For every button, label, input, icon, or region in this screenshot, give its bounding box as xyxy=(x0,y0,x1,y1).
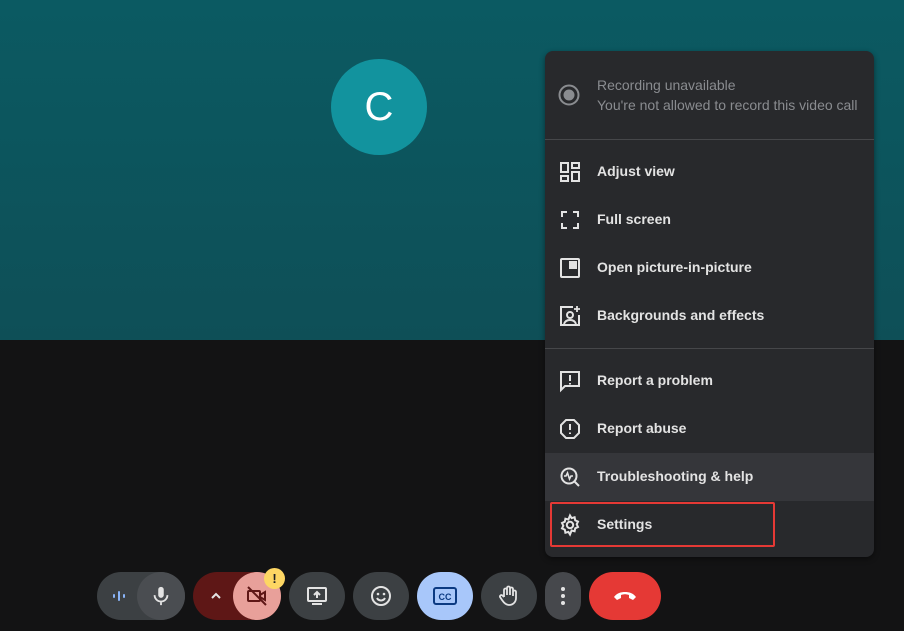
backgrounds-effects-icon xyxy=(558,304,582,328)
camera-warning-badge: ! xyxy=(264,568,285,589)
menu-item-label: Report abuse xyxy=(597,420,687,436)
menu-item-full-screen[interactable]: Full screen xyxy=(545,196,874,244)
captions-icon: CC xyxy=(433,587,457,605)
menu-item-label: Backgrounds and effects xyxy=(597,307,765,323)
menu-divider xyxy=(545,139,874,140)
menu-item-label: Open picture-in-picture xyxy=(597,259,752,275)
gear-icon xyxy=(558,513,582,537)
menu-item-troubleshooting[interactable]: Troubleshooting & help xyxy=(545,453,874,501)
raise-hand-button[interactable] xyxy=(481,572,537,620)
menu-item-backgrounds-effects[interactable]: Backgrounds and effects xyxy=(545,292,874,340)
troubleshooting-icon xyxy=(558,465,582,489)
report-abuse-icon xyxy=(558,417,582,441)
reactions-button[interactable] xyxy=(353,572,409,620)
captions-button[interactable]: CC xyxy=(417,572,473,620)
more-options-menu: Recording unavailable You're not allowed… xyxy=(545,51,874,557)
more-vert-icon xyxy=(561,587,565,605)
leave-call-button[interactable] xyxy=(589,572,661,620)
menu-item-settings[interactable]: Settings xyxy=(545,501,874,549)
adjust-view-icon xyxy=(558,160,582,184)
captions-text: CC xyxy=(439,592,452,602)
menu-item-label: Settings xyxy=(597,516,653,532)
present-screen-button[interactable] xyxy=(289,572,345,620)
microphone-button[interactable] xyxy=(137,572,185,620)
menu-item-adjust-view[interactable]: Adjust view xyxy=(545,148,874,196)
present-screen-icon xyxy=(307,587,327,605)
recording-title: Recording unavailable xyxy=(597,77,736,93)
picture-in-picture-icon xyxy=(558,256,582,280)
recording-unavailable-item: Recording unavailable You're not allowed… xyxy=(545,51,874,139)
audio-level-icon xyxy=(113,591,125,601)
microphone-icon xyxy=(153,586,169,606)
menu-item-picture-in-picture[interactable]: Open picture-in-picture xyxy=(545,244,874,292)
camera-off-icon xyxy=(247,586,267,606)
menu-item-label: Adjust view xyxy=(597,163,675,179)
participant-avatar: C xyxy=(331,59,427,155)
chevron-up-icon xyxy=(211,592,221,599)
menu-item-report-problem[interactable]: Report a problem xyxy=(545,357,874,405)
record-icon xyxy=(558,84,580,111)
raise-hand-icon xyxy=(499,585,517,606)
audio-level-indicator xyxy=(105,584,133,608)
end-call-icon xyxy=(614,592,636,600)
emoji-icon xyxy=(371,586,391,606)
menu-item-label: Full screen xyxy=(597,211,671,227)
camera-options-button[interactable] xyxy=(203,584,229,608)
recording-subtitle: You're not allowed to record this video … xyxy=(597,97,858,113)
fullscreen-icon xyxy=(558,208,582,232)
more-options-button[interactable] xyxy=(545,572,581,620)
report-problem-icon xyxy=(558,369,582,393)
menu-item-label: Report a problem xyxy=(597,372,713,388)
menu-item-label: Troubleshooting & help xyxy=(597,468,754,484)
menu-item-report-abuse[interactable]: Report abuse xyxy=(545,405,874,453)
menu-divider xyxy=(545,348,874,349)
